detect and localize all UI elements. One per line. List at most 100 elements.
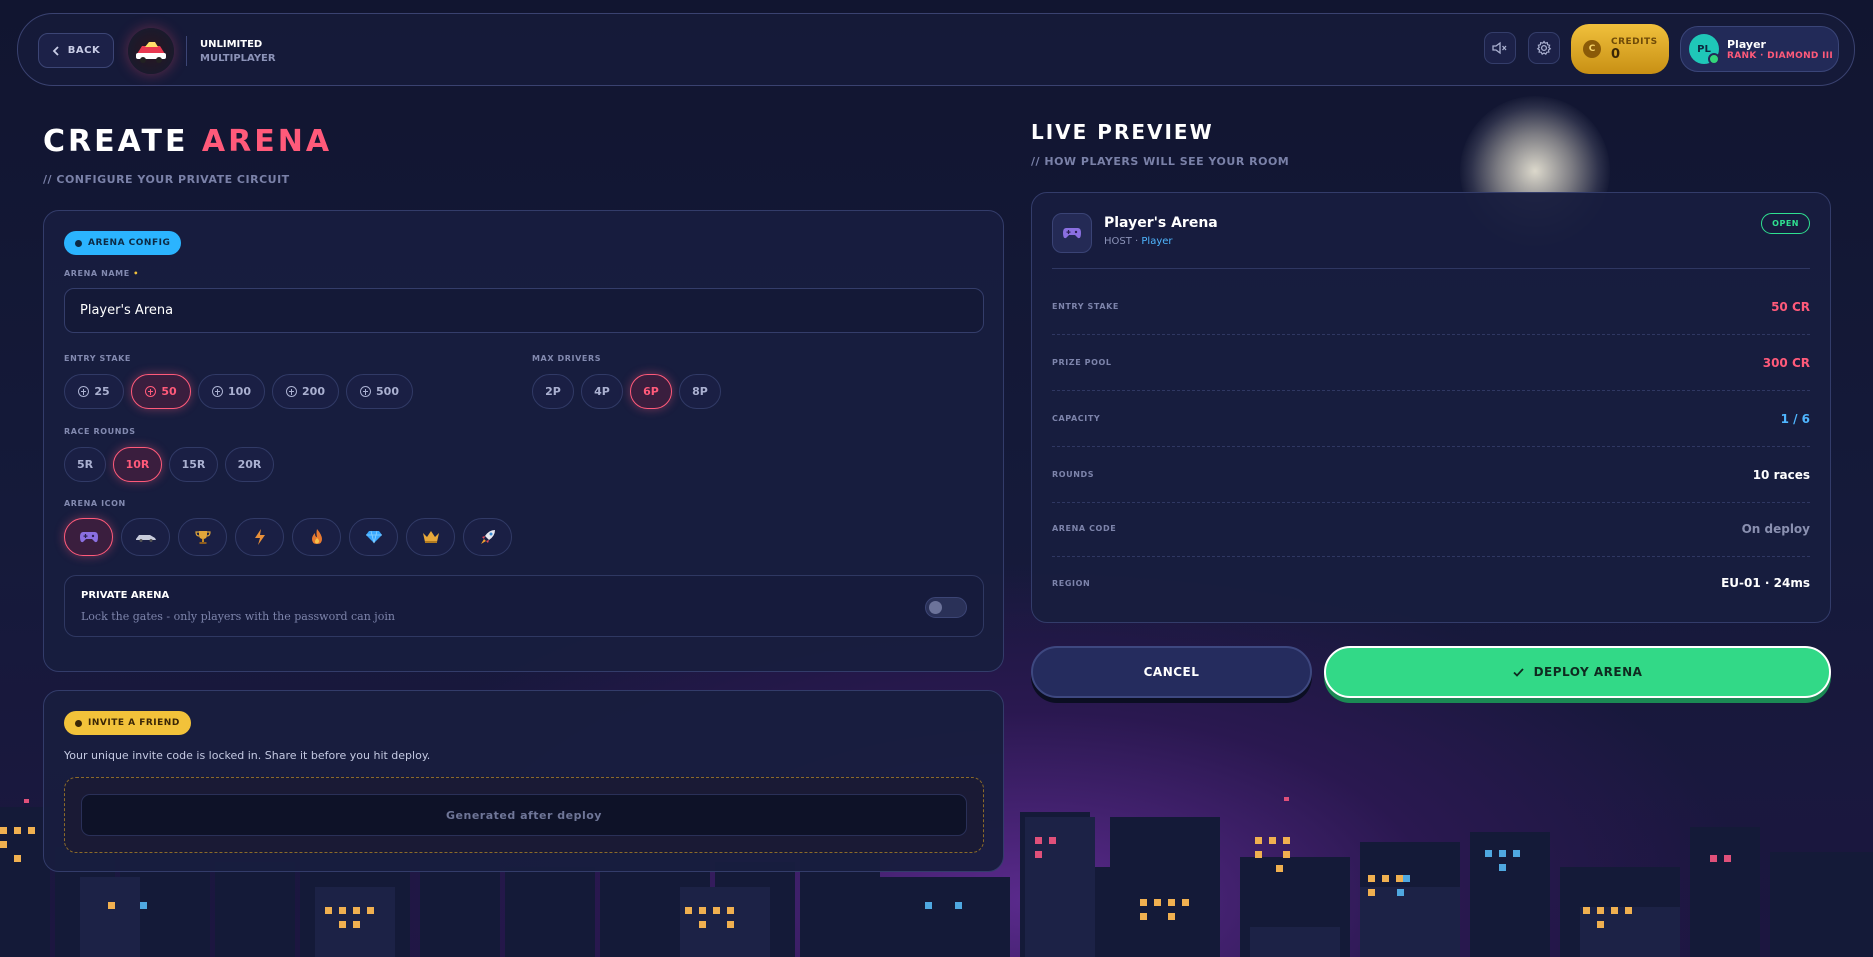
drivers-option-8p[interactable]: 8P — [679, 374, 721, 409]
top-bar: BACK UNLIMITED MULTIPLAYER C CREDITS 0 P… — [17, 13, 1855, 86]
cancel-button[interactable]: CANCEL — [1031, 646, 1312, 698]
player-name: Player — [1727, 37, 1766, 51]
credits-display[interactable]: C CREDITS 0 — [1571, 24, 1669, 74]
icon-option-lightning[interactable] — [235, 518, 284, 556]
room-host-name: Player — [1141, 236, 1173, 247]
stake-option-500[interactable]: 500 — [346, 374, 413, 409]
private-arena-row: PRIVATE ARENA Lock the gates - only play… — [64, 575, 984, 637]
live-preview-title: LIVE PREVIEW — [1031, 120, 1214, 144]
brand-line-1: UNLIMITED — [200, 39, 263, 50]
game-logo — [128, 28, 174, 74]
drivers-option-2p[interactable]: 2P — [532, 374, 574, 409]
page-title-word-1: CREATE — [43, 124, 189, 159]
stake-option-label: 50 — [161, 385, 177, 398]
preview-row-rounds: ROUNDS 10 races — [1052, 447, 1810, 503]
rounds-option-10r[interactable]: 10R — [113, 447, 162, 482]
car-icon — [135, 535, 156, 542]
private-arena-toggle[interactable] — [925, 597, 967, 618]
preview-row-key: CAPACITY — [1052, 414, 1101, 423]
race-rounds-label: RACE ROUNDS — [64, 427, 136, 436]
private-arena-description: Lock the gates - only players with the p… — [81, 610, 395, 623]
preview-row-key: ENTRY STAKE — [1052, 302, 1119, 311]
room-name: Player's Arena — [1104, 215, 1218, 231]
deploy-arena-button[interactable]: DEPLOY ARENA — [1324, 646, 1831, 698]
preview-row-value: 10 races — [1752, 467, 1810, 482]
stake-option-25[interactable]: 25 — [64, 374, 124, 409]
invite-code-box: Generated after deploy — [64, 777, 984, 853]
icon-option-car[interactable] — [121, 518, 170, 556]
coin-plus-icon — [212, 386, 224, 397]
coin-plus-icon — [360, 386, 372, 397]
coin-plus-icon — [145, 386, 157, 397]
trophy-icon — [194, 531, 211, 544]
stake-option-200[interactable]: 200 — [272, 374, 339, 409]
arena-name-label-text: ARENA NAME — [64, 269, 130, 278]
lightning-icon — [254, 529, 265, 545]
stake-option-50[interactable]: 50 — [131, 374, 191, 409]
badge-dot-icon — [75, 239, 82, 247]
invite-friend-badge-label: INVITE A FRIEND — [88, 718, 180, 728]
coin-plus-icon — [286, 386, 298, 397]
private-arena-title: PRIVATE ARENA — [81, 590, 170, 601]
player-rank: RANK · DIAMOND III — [1727, 50, 1834, 61]
brand-divider — [186, 36, 187, 66]
preview-row-entry-stake: ENTRY STAKE 50 CR — [1052, 279, 1810, 335]
diamond-icon — [365, 530, 382, 544]
rounds-option-20r[interactable]: 20R — [225, 447, 274, 482]
room-preview-card: Player's Arena HOST · Player OPEN ENTRY … — [1031, 192, 1831, 623]
preview-row-capacity: CAPACITY 1 / 6 — [1052, 391, 1810, 447]
arena-name-label: ARENA NAME • — [64, 269, 139, 278]
stake-option-100[interactable]: 100 — [198, 374, 265, 409]
chevron-left-icon — [52, 45, 59, 56]
coin-plus-icon — [78, 386, 90, 397]
preview-row-region: REGION EU-01 · 24ms — [1052, 555, 1810, 611]
preview-row-value: EU-01 · 24ms — [1721, 576, 1810, 590]
page-title-word-2: ARENA — [201, 124, 333, 159]
avatar: PL — [1689, 34, 1720, 65]
player-profile[interactable]: PL Player RANK · DIAMOND III — [1680, 26, 1839, 72]
room-icon — [1052, 213, 1092, 253]
preview-row-value: 50 CR — [1771, 299, 1810, 314]
credits-label: CREDITS — [1611, 36, 1658, 47]
arena-config-badge-label: ARENA CONFIG — [88, 238, 171, 248]
arena-name-input[interactable] — [64, 288, 984, 333]
arena-config-panel: ARENA CONFIG ARENA NAME • ENTRY STAKE 25… — [43, 210, 1004, 672]
gamepad-icon — [79, 532, 98, 543]
preview-row-key: ROUNDS — [1052, 470, 1095, 479]
icon-option-crown[interactable] — [406, 518, 455, 556]
drivers-option-4p[interactable]: 4P — [581, 374, 623, 409]
invite-code-field[interactable]: Generated after deploy — [81, 794, 967, 836]
rounds-option-5r[interactable]: 5R — [64, 447, 106, 482]
stake-option-label: 100 — [228, 385, 251, 398]
entry-stake-label: ENTRY STAKE — [64, 354, 131, 363]
icon-option-diamond[interactable] — [349, 518, 398, 556]
arena-icon-label: ARENA ICON — [64, 499, 126, 508]
deploy-arena-button-label: DEPLOY ARENA — [1533, 665, 1643, 679]
mute-button[interactable] — [1484, 32, 1516, 64]
preview-row-value: 1 / 6 — [1780, 411, 1810, 426]
preview-row-key: REGION — [1052, 578, 1091, 588]
rounds-option-15r[interactable]: 15R — [169, 447, 218, 482]
preview-row-arena-code: ARENA CODE On deploy — [1052, 501, 1810, 557]
icon-option-gamepad[interactable] — [64, 518, 113, 556]
preview-divider — [1052, 268, 1810, 269]
page-subtitle: // CONFIGURE YOUR PRIVATE CIRCUIT — [43, 173, 290, 186]
invite-friend-panel: INVITE A FRIEND Your unique invite code … — [43, 690, 1004, 872]
crown-icon — [422, 531, 439, 543]
back-button[interactable]: BACK — [38, 33, 114, 68]
icon-option-trophy[interactable] — [178, 518, 227, 556]
icon-option-rocket[interactable] — [463, 518, 512, 556]
stake-option-label: 200 — [302, 385, 325, 398]
icon-option-flame[interactable] — [292, 518, 341, 556]
credits-value: 0 — [1611, 46, 1621, 62]
preview-row-key: PRIZE POOL — [1052, 358, 1112, 367]
preview-row-key: ARENA CODE — [1052, 524, 1117, 533]
arena-config-badge: ARENA CONFIG — [64, 231, 182, 255]
preview-row-prize-pool: PRIZE POOL 300 CR — [1052, 335, 1810, 391]
drivers-option-6p[interactable]: 6P — [630, 374, 672, 409]
speaker-muted-icon — [1492, 41, 1507, 55]
gamepad-icon — [1063, 228, 1081, 239]
settings-button[interactable] — [1528, 32, 1560, 64]
back-button-label: BACK — [67, 45, 101, 56]
live-preview-subtitle: // HOW PLAYERS WILL SEE YOUR ROOM — [1031, 155, 1290, 168]
